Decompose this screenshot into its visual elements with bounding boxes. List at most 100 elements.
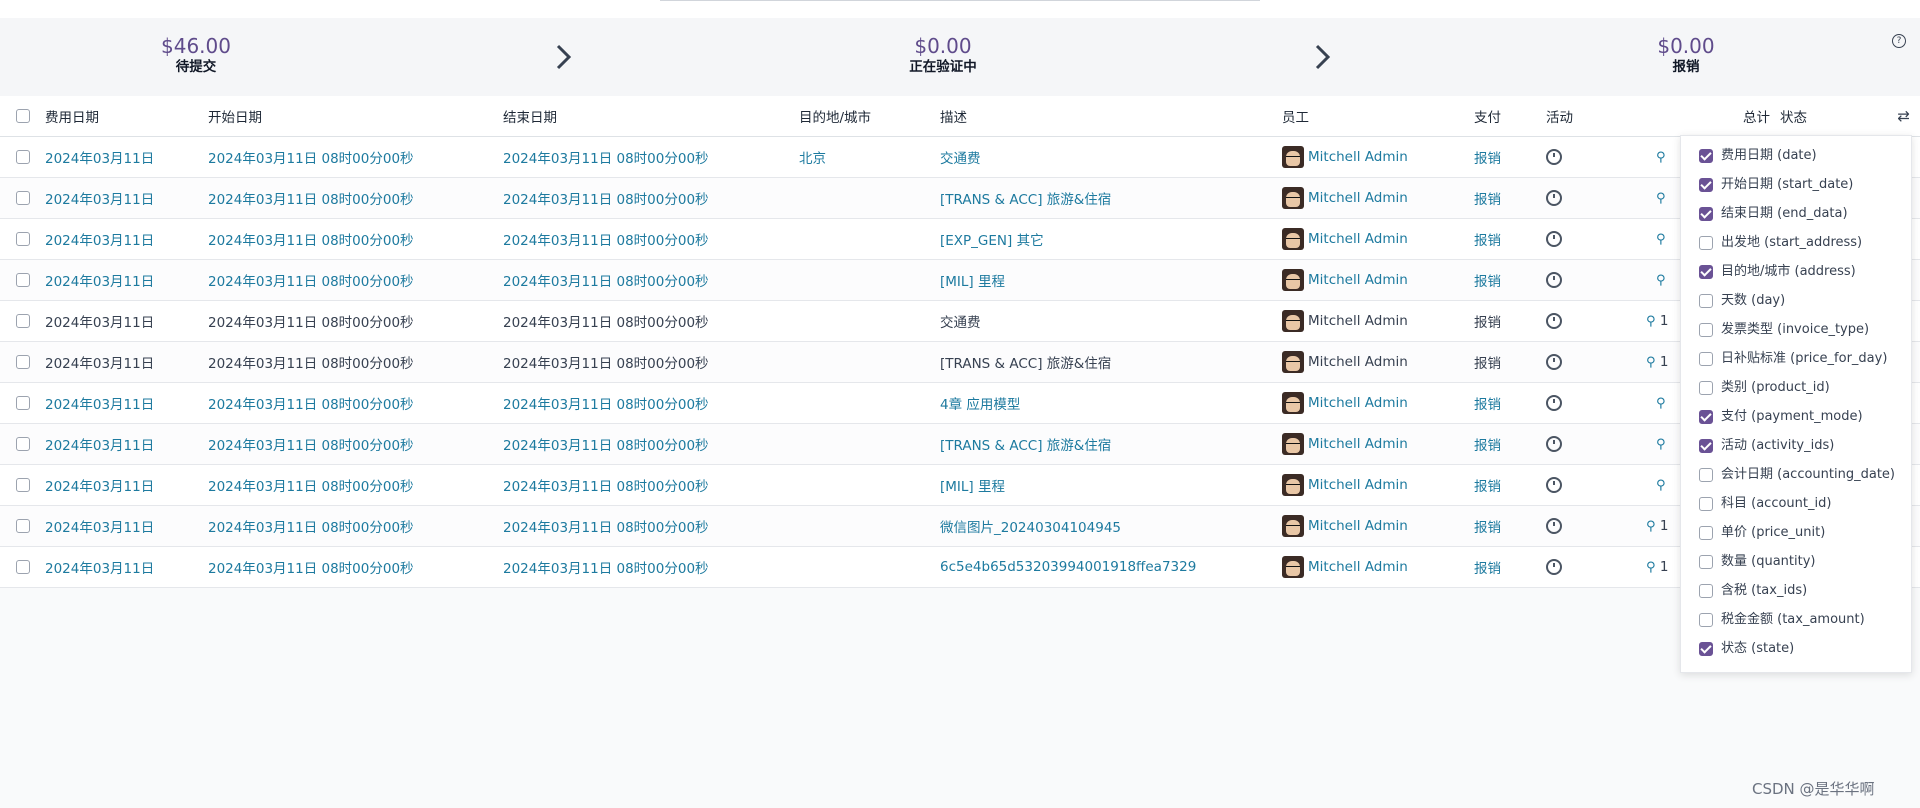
- clock-icon[interactable]: [1546, 517, 1562, 534]
- row-checkbox[interactable]: [0, 423, 45, 465]
- col-payment[interactable]: 支付: [1474, 96, 1546, 137]
- column-option-checkbox[interactable]: [1699, 206, 1713, 221]
- employee-name[interactable]: Mitchell Admin: [1308, 190, 1408, 206]
- paperclip-icon[interactable]: ⚲: [1656, 396, 1666, 411]
- row-checkbox[interactable]: [0, 464, 45, 506]
- stage-to-submit[interactable]: $46.00 待提交: [96, 34, 296, 76]
- cell-address[interactable]: [799, 423, 940, 465]
- cell-expense-date[interactable]: 2024年03月11日: [45, 177, 208, 219]
- table-row[interactable]: 2024年03月11日 2024年03月11日 08时00分00秒 2024年03月…: [0, 382, 1920, 424]
- clock-icon[interactable]: [1546, 558, 1562, 575]
- cell-description[interactable]: [TRANS & ACC] 旅游&住宿: [940, 177, 1282, 219]
- cell-end-date[interactable]: 2024年03月11日 08时00分00秒: [503, 218, 799, 260]
- clock-icon[interactable]: [1546, 148, 1562, 165]
- cell-address[interactable]: [799, 341, 940, 383]
- cell-expense-date[interactable]: 2024年03月11日: [45, 423, 208, 465]
- cell-description[interactable]: 交通费: [940, 136, 1282, 178]
- row-checkbox[interactable]: [0, 218, 45, 260]
- cell-description[interactable]: 交通费: [940, 300, 1282, 342]
- paperclip-icon[interactable]: ⚲: [1656, 478, 1666, 493]
- cell-start-date[interactable]: 2024年03月11日 08时00分00秒: [208, 300, 503, 342]
- col-employee[interactable]: 员工: [1282, 96, 1474, 137]
- row-checkbox[interactable]: [0, 505, 45, 547]
- cell-start-date[interactable]: 2024年03月11日 08时00分00秒: [208, 259, 503, 301]
- stage-validating[interactable]: $0.00 正在验证中: [843, 34, 1043, 76]
- cell-description[interactable]: [MIL] 里程: [940, 259, 1282, 301]
- cell-end-date[interactable]: 2024年03月11日 08时00分00秒: [503, 259, 799, 301]
- column-option[interactable]: 出发地 (start_address): [1699, 232, 1862, 254]
- cell-start-date[interactable]: 2024年03月11日 08时00分00秒: [208, 341, 503, 383]
- row-checkbox[interactable]: [0, 259, 45, 301]
- cell-activity[interactable]: [1546, 423, 1618, 465]
- column-option[interactable]: 结束日期 (end_data): [1699, 203, 1848, 225]
- row-checkbox[interactable]: [0, 136, 45, 178]
- cell-employee[interactable]: Mitchell Admin: [1282, 136, 1474, 178]
- col-activity[interactable]: 活动: [1546, 96, 1618, 137]
- cell-expense-date[interactable]: 2024年03月11日: [45, 382, 208, 424]
- row-checkbox[interactable]: [0, 546, 45, 588]
- employee-name[interactable]: Mitchell Admin: [1308, 231, 1408, 247]
- cell-address[interactable]: [799, 382, 940, 424]
- cell-start-date[interactable]: 2024年03月11日 08时00分00秒: [208, 464, 503, 506]
- sliders-icon[interactable]: ⇄: [1897, 107, 1910, 125]
- cell-expense-date[interactable]: 2024年03月11日: [45, 259, 208, 301]
- row-checkbox[interactable]: [0, 341, 45, 383]
- cell-payment[interactable]: 报销: [1474, 505, 1546, 547]
- cell-description[interactable]: 4章 应用模型: [940, 382, 1282, 424]
- cell-activity[interactable]: [1546, 505, 1618, 547]
- cell-end-date[interactable]: 2024年03月11日 08时00分00秒: [503, 136, 799, 178]
- column-option-checkbox[interactable]: [1699, 148, 1713, 163]
- column-option[interactable]: 活动 (activity_ids): [1699, 435, 1834, 457]
- cell-expense-date[interactable]: 2024年03月11日: [45, 546, 208, 588]
- clock-icon[interactable]: [1546, 394, 1562, 411]
- table-row[interactable]: 2024年03月11日 2024年03月11日 08时00分00秒 2024年03月…: [0, 218, 1920, 260]
- employee-name[interactable]: Mitchell Admin: [1308, 395, 1408, 411]
- column-option-checkbox[interactable]: [1699, 554, 1713, 569]
- column-option-checkbox[interactable]: [1699, 235, 1713, 250]
- paperclip-icon[interactable]: ⚲: [1656, 273, 1666, 288]
- employee-name[interactable]: Mitchell Admin: [1308, 559, 1408, 575]
- column-option[interactable]: 会计日期 (accounting_date): [1699, 464, 1895, 486]
- clock-icon[interactable]: [1546, 189, 1562, 206]
- cell-start-date[interactable]: 2024年03月11日 08时00分00秒: [208, 218, 503, 260]
- employee-name[interactable]: Mitchell Admin: [1308, 149, 1408, 165]
- col-total[interactable]: 总计: [1698, 96, 1780, 137]
- cell-employee[interactable]: Mitchell Admin: [1282, 341, 1474, 383]
- column-option-checkbox[interactable]: [1699, 467, 1713, 482]
- row-checkbox[interactable]: [0, 300, 45, 342]
- column-option-checkbox[interactable]: [1699, 409, 1713, 424]
- cell-end-date[interactable]: 2024年03月11日 08时00分00秒: [503, 505, 799, 547]
- column-option-checkbox[interactable]: [1699, 612, 1713, 627]
- cell-address[interactable]: [799, 464, 940, 506]
- col-expense-date[interactable]: 费用日期: [45, 96, 208, 137]
- column-option[interactable]: 状态 (state): [1699, 638, 1794, 660]
- cell-employee[interactable]: Mitchell Admin: [1282, 218, 1474, 260]
- column-option[interactable]: 科目 (account_id): [1699, 493, 1831, 515]
- cell-description[interactable]: 6c5e4b65d53203994001918ffea7329: [940, 546, 1282, 588]
- cell-start-date[interactable]: 2024年03月11日 08时00分00秒: [208, 505, 503, 547]
- employee-name[interactable]: Mitchell Admin: [1308, 436, 1408, 452]
- cell-activity[interactable]: [1546, 259, 1618, 301]
- cell-employee[interactable]: Mitchell Admin: [1282, 177, 1474, 219]
- column-option-checkbox[interactable]: [1699, 264, 1713, 279]
- cell-activity[interactable]: [1546, 382, 1618, 424]
- cell-address[interactable]: [799, 177, 940, 219]
- paperclip-icon[interactable]: ⚲: [1646, 519, 1656, 534]
- stage-reimbursed[interactable]: $0.00 报销: [1586, 34, 1786, 76]
- cell-activity[interactable]: [1546, 218, 1618, 260]
- cell-end-date[interactable]: 2024年03月11日 08时00分00秒: [503, 341, 799, 383]
- row-checkbox[interactable]: [0, 382, 45, 424]
- cell-payment[interactable]: 报销: [1474, 300, 1546, 342]
- cell-start-date[interactable]: 2024年03月11日 08时00分00秒: [208, 136, 503, 178]
- column-option[interactable]: 支付 (payment_mode): [1699, 406, 1863, 428]
- cell-end-date[interactable]: 2024年03月11日 08时00分00秒: [503, 423, 799, 465]
- cell-address[interactable]: 北京: [799, 136, 940, 178]
- column-option[interactable]: 税金金额 (tax_amount): [1699, 609, 1865, 631]
- cell-payment[interactable]: 报销: [1474, 136, 1546, 178]
- column-option-checkbox[interactable]: [1699, 351, 1713, 366]
- clock-icon[interactable]: [1546, 353, 1562, 370]
- column-option-checkbox[interactable]: [1699, 380, 1713, 395]
- cell-description[interactable]: [MIL] 里程: [940, 464, 1282, 506]
- column-option[interactable]: 类别 (product_id): [1699, 377, 1830, 399]
- paperclip-icon[interactable]: ⚲: [1656, 150, 1666, 165]
